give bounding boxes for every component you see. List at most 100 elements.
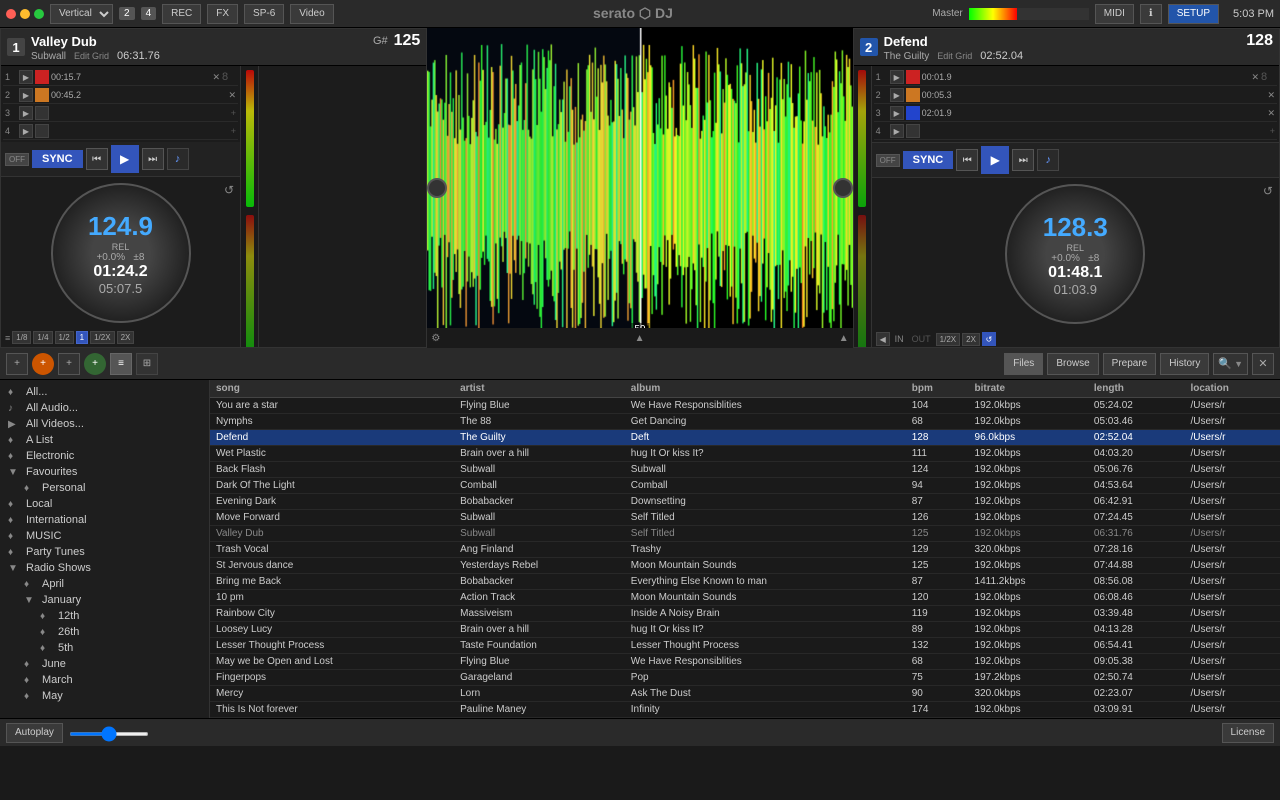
deck1-reset-icon[interactable]: ↺ bbox=[224, 183, 234, 197]
deck2-prev-btn[interactable]: ⏮ bbox=[956, 149, 978, 171]
add-green-btn[interactable]: + bbox=[84, 353, 106, 375]
sidebar-item-local[interactable]: ♦Local bbox=[0, 496, 209, 512]
deck1-play-btn[interactable]: ▶ bbox=[111, 145, 139, 173]
table-row[interactable]: 10 pmAction TrackMoon Mountain Sounds120… bbox=[210, 590, 1280, 606]
deck2-loop-half-x[interactable]: 1/2X bbox=[936, 333, 960, 346]
deck1-loop-half-x[interactable]: 1/2X bbox=[90, 331, 114, 344]
col-bitrate[interactable]: bitrate bbox=[969, 380, 1088, 398]
license-btn[interactable]: License bbox=[1222, 723, 1274, 743]
deck1-loop-1[interactable]: 1 bbox=[76, 331, 88, 344]
table-row[interactable]: FingerpopsGaragelandPop75197.2kbps02:50.… bbox=[210, 670, 1280, 686]
browse-btn[interactable]: Browse bbox=[1047, 353, 1098, 375]
hc2-play[interactable]: ▶ bbox=[19, 88, 33, 102]
sidebar-item-all-audio...[interactable]: ♪All Audio... bbox=[0, 400, 209, 416]
scroll-bar[interactable] bbox=[69, 732, 149, 736]
table-row[interactable]: You are a starFlying BlueWe Have Respons… bbox=[210, 398, 1280, 414]
deck2-reset-icon[interactable]: ↺ bbox=[1263, 184, 1273, 198]
deck2-trim-knob[interactable] bbox=[833, 178, 853, 198]
minimize-button[interactable] bbox=[20, 9, 30, 19]
deck1-loop-2x[interactable]: 2X bbox=[117, 331, 135, 344]
sidebar-item-april[interactable]: ♦April bbox=[0, 576, 209, 592]
table-row[interactable]: Evening DarkBobabackerDownsetting87192.0… bbox=[210, 494, 1280, 510]
col-length[interactable]: length bbox=[1088, 380, 1185, 398]
close-button[interactable] bbox=[6, 9, 16, 19]
deck1-sync-btn[interactable]: SYNC bbox=[32, 150, 83, 168]
sidebar-item-international[interactable]: ♦International bbox=[0, 512, 209, 528]
sidebar-item-personal[interactable]: ♦Personal bbox=[0, 480, 209, 496]
deck-num-2[interactable]: 2 bbox=[119, 7, 135, 20]
deck-2-edit-grid[interactable]: Edit Grid bbox=[937, 51, 972, 61]
table-row[interactable]: St Jervous danceYesterdays RebelMoon Mou… bbox=[210, 558, 1280, 574]
deck2-loop-2x[interactable]: 2X bbox=[962, 333, 980, 346]
deck1-platter[interactable]: 124.9 REL +0.0% ±8 01:24.2 05:07.5 bbox=[51, 183, 191, 323]
sidebar-item-26th[interactable]: ♦26th bbox=[0, 624, 209, 640]
sidebar-item-march[interactable]: ♦March bbox=[0, 672, 209, 688]
search-dropdown-icon[interactable]: ▼ bbox=[1234, 359, 1243, 369]
deck1-loop-1-4[interactable]: 1/4 bbox=[33, 331, 52, 344]
table-row[interactable]: Rainbow CityMassiveismInside A Noisy Bra… bbox=[210, 606, 1280, 622]
sidebar-item-all-videos...[interactable]: ▶All Videos... bbox=[0, 416, 209, 432]
col-album[interactable]: album bbox=[625, 380, 906, 398]
sidebar-item-electronic[interactable]: ♦Electronic bbox=[0, 448, 209, 464]
waveform-up2-icon[interactable]: ▲ bbox=[839, 333, 849, 344]
sidebar-item-5th[interactable]: ♦5th bbox=[0, 640, 209, 656]
sidebar-item-a-list[interactable]: ♦A List bbox=[0, 432, 209, 448]
deck1-note-icon[interactable]: ♪ bbox=[167, 148, 189, 170]
table-row[interactable]: Loosey LucyBrain over a hillhug It Or ki… bbox=[210, 622, 1280, 638]
deck1-loop-1-8[interactable]: 1/8 bbox=[12, 331, 31, 344]
maximize-button[interactable] bbox=[34, 9, 44, 19]
sidebar-item-all...[interactable]: ♦All... bbox=[0, 384, 209, 400]
sidebar-item-favourites[interactable]: ▼Favourites bbox=[0, 464, 209, 480]
deck-num-4[interactable]: 4 bbox=[141, 7, 157, 20]
d2hc1-remove[interactable]: ✕ bbox=[1251, 72, 1259, 83]
col-bpm[interactable]: bpm bbox=[906, 380, 969, 398]
hc4-add[interactable]: + bbox=[231, 126, 236, 136]
rec-button[interactable]: REC bbox=[162, 4, 201, 24]
hc1-remove[interactable]: ✕ bbox=[212, 72, 220, 83]
table-row[interactable]: Lesser Thought ProcessTaste FoundationLe… bbox=[210, 638, 1280, 654]
deck1-loop-1-2[interactable]: 1/2 bbox=[55, 331, 74, 344]
d2hc4-add[interactable]: + bbox=[1270, 126, 1275, 136]
table-row[interactable]: Valley DubSubwallSelf Titled125192.0kbps… bbox=[210, 526, 1280, 542]
deck2-loop-sync[interactable]: ↺ bbox=[982, 332, 996, 346]
d2hc4-play[interactable]: ▶ bbox=[890, 124, 904, 138]
fx-button[interactable]: FX bbox=[207, 4, 238, 24]
hc2-remove[interactable]: ✕ bbox=[228, 90, 236, 101]
layout-select[interactable]: Vertical bbox=[50, 4, 113, 24]
add-track-btn[interactable]: + bbox=[6, 353, 28, 375]
d2hc3-play[interactable]: ▶ bbox=[890, 106, 904, 120]
deck2-platter[interactable]: 128.3 REL +0.0% ±8 01:48.1 01:03.9 bbox=[1005, 184, 1145, 324]
table-row[interactable]: Bring me BackBobabackerEverything Else K… bbox=[210, 574, 1280, 590]
table-row[interactable]: May we be Open and LostFlying BlueWe Hav… bbox=[210, 654, 1280, 670]
d2hc2-play[interactable]: ▶ bbox=[890, 88, 904, 102]
sidebar-item-12th[interactable]: ♦12th bbox=[0, 608, 209, 624]
table-row[interactable]: Dark Of The LightComballComball94192.0kb… bbox=[210, 478, 1280, 494]
d2hc1-play[interactable]: ▶ bbox=[890, 70, 904, 84]
table-row[interactable]: DefendThe GuiltyDeft12896.0kbps02:52.04/… bbox=[210, 430, 1280, 446]
col-song[interactable]: song bbox=[210, 380, 454, 398]
d2hc2-remove[interactable]: ✕ bbox=[1267, 90, 1275, 101]
deck-1-edit-grid[interactable]: Edit Grid bbox=[74, 51, 109, 61]
deck2-play-btn[interactable]: ▶ bbox=[981, 146, 1009, 174]
hc3-play[interactable]: ▶ bbox=[19, 106, 33, 120]
add-folder-btn[interactable]: + bbox=[58, 353, 80, 375]
sidebar-item-june[interactable]: ♦June bbox=[0, 656, 209, 672]
deck1-next-btn[interactable]: ⏭ bbox=[142, 148, 164, 170]
table-row[interactable]: MercyLornAsk The Dust90320.0kbps02:23.07… bbox=[210, 686, 1280, 702]
waveform-up-icon[interactable]: ▲ bbox=[635, 333, 645, 344]
hc1-play[interactable]: ▶ bbox=[19, 70, 33, 84]
deck2-note-icon[interactable]: ♪ bbox=[1037, 149, 1059, 171]
table-row[interactable]: This Is Not foreverPauline ManeyInfinity… bbox=[210, 702, 1280, 718]
table-row[interactable]: Back FlashSubwallSubwall124192.0kbps05:0… bbox=[210, 462, 1280, 478]
prepare-btn[interactable]: Prepare bbox=[1103, 353, 1157, 375]
table-row[interactable]: Trash VocalAng FinlandTrashy129320.0kbps… bbox=[210, 542, 1280, 558]
sp6-button[interactable]: SP-6 bbox=[244, 4, 284, 24]
sidebar-item-radio-shows[interactable]: ▼Radio Shows bbox=[0, 560, 209, 576]
video-button[interactable]: Video bbox=[290, 4, 333, 24]
table-row[interactable]: Wet PlasticBrain over a hillhug It Or ki… bbox=[210, 446, 1280, 462]
deck1-prev-btn[interactable]: ⏮ bbox=[86, 148, 108, 170]
col-artist[interactable]: artist bbox=[454, 380, 625, 398]
add-orange-btn[interactable]: + bbox=[32, 353, 54, 375]
setup-button[interactable]: SETUP bbox=[1168, 4, 1219, 24]
info-button[interactable]: ℹ bbox=[1140, 4, 1162, 24]
